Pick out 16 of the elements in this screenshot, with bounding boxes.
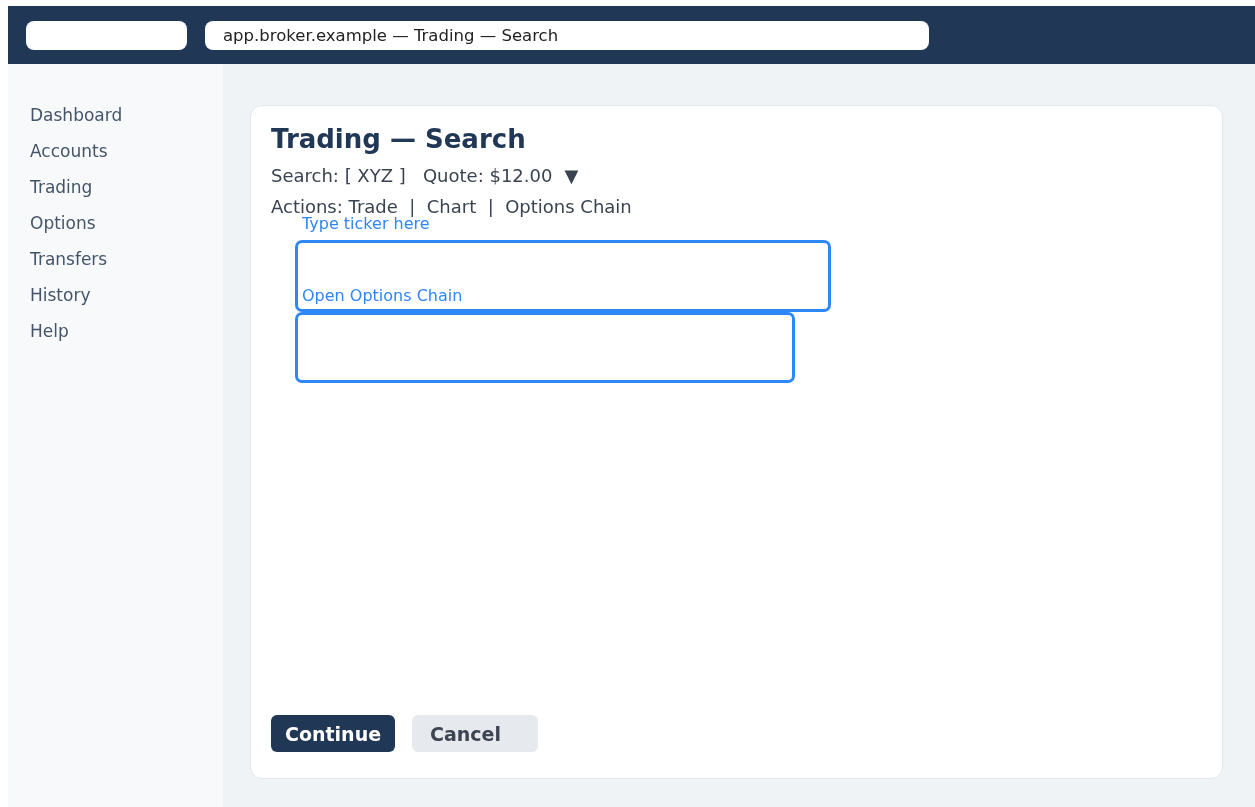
actions-text: Actions: Trade | Chart | Options Chain — [271, 195, 632, 217]
annotation-label: Open Options Chain — [302, 286, 463, 306]
sidebar-item[interactable]: Accounts — [30, 140, 108, 176]
sidebar-item[interactable]: History — [30, 284, 91, 320]
continue-button[interactable]: Continue — [271, 715, 396, 752]
tab-field[interactable] — [26, 20, 187, 50]
dropdown-arrow[interactable]: ▼ — [564, 165, 579, 186]
sidebar-item[interactable]: Transfers — [30, 248, 108, 284]
page-title: Trading — Search — [271, 124, 526, 154]
sidebar-item[interactable]: Help — [30, 320, 69, 356]
search-quote-text: Search: [ XYZ ] Quote: $12.00 — [271, 165, 553, 186]
sidebar-item[interactable]: Trading — [30, 176, 93, 212]
address-field[interactable]: app.broker.example — Trading — Search — [205, 20, 929, 50]
cancel-button[interactable]: Cancel — [412, 715, 539, 752]
sidebar-item[interactable]: Options — [30, 212, 96, 248]
sidebar-item[interactable]: Dashboard — [30, 104, 123, 140]
